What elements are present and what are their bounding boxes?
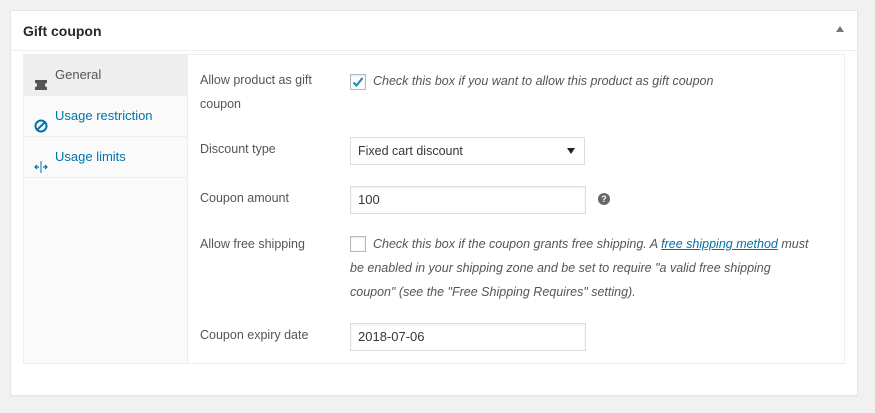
discount-type-value: Fixed cart discount bbox=[358, 144, 463, 158]
tab-usage-restriction[interactable]: Usage restriction bbox=[24, 96, 187, 137]
gift-coupon-checkbox[interactable] bbox=[350, 74, 366, 90]
no-entry-icon bbox=[34, 109, 48, 133]
coupon-panel-wrap: General Usage restriction Usage limits A… bbox=[23, 54, 845, 364]
gift-coupon-metabox: Gift coupon General Usage restriction Us… bbox=[10, 10, 858, 396]
free-shipping-description-line2: be enabled in your shipping zone and be … bbox=[350, 261, 771, 275]
free-shipping-description-line3: coupon" (see the "Free Shipping Requires… bbox=[350, 285, 636, 299]
coupon-amount-input[interactable]: 100 bbox=[350, 186, 586, 214]
free-shipping-label: Allow free shipping bbox=[200, 237, 305, 251]
gift-coupon-label-line1: Allow product as gift bbox=[200, 73, 312, 87]
coupon-expiry-input[interactable]: 2018-07-06 bbox=[350, 323, 586, 351]
free-shipping-desc-part1: Check this box if the coupon grants free… bbox=[373, 237, 658, 251]
tab-general-label: General bbox=[55, 67, 102, 82]
tab-general[interactable]: General bbox=[24, 55, 187, 96]
free-shipping-method-link[interactable]: free shipping method bbox=[661, 237, 778, 251]
ticket-icon bbox=[34, 68, 48, 90]
coupon-amount-label: Coupon amount bbox=[200, 191, 289, 205]
discount-type-select[interactable]: Fixed cart discount bbox=[350, 137, 585, 165]
free-shipping-description-line1: Check this box if the coupon grants free… bbox=[373, 232, 808, 256]
gift-coupon-label: Allow product as gift coupon bbox=[200, 68, 312, 116]
checkmark-icon bbox=[352, 77, 364, 88]
help-tip-icon[interactable]: ? bbox=[598, 193, 610, 205]
arrows-expand-icon bbox=[34, 150, 48, 173]
metabox-title: Gift coupon bbox=[23, 23, 102, 39]
coupon-expiry-label: Coupon expiry date bbox=[200, 328, 309, 342]
tab-usage-limits-label: Usage limits bbox=[55, 149, 126, 164]
tab-usage-restriction-label: Usage restriction bbox=[55, 108, 153, 123]
collapse-toggle-icon[interactable] bbox=[836, 26, 844, 32]
tabs-sidebar: General Usage restriction Usage limits bbox=[24, 55, 188, 363]
gift-coupon-label-line2: coupon bbox=[200, 97, 242, 111]
dropdown-arrow-icon bbox=[567, 148, 575, 154]
free-shipping-checkbox[interactable] bbox=[350, 236, 366, 252]
discount-type-label: Discount type bbox=[200, 142, 276, 156]
free-shipping-desc-part2: must bbox=[781, 237, 809, 251]
gift-coupon-description: Check this box if you want to allow this… bbox=[373, 74, 714, 88]
tab-usage-limits[interactable]: Usage limits bbox=[24, 137, 187, 178]
general-options-panel: Allow product as gift coupon Check this … bbox=[188, 55, 844, 363]
metabox-header[interactable]: Gift coupon bbox=[11, 11, 857, 51]
